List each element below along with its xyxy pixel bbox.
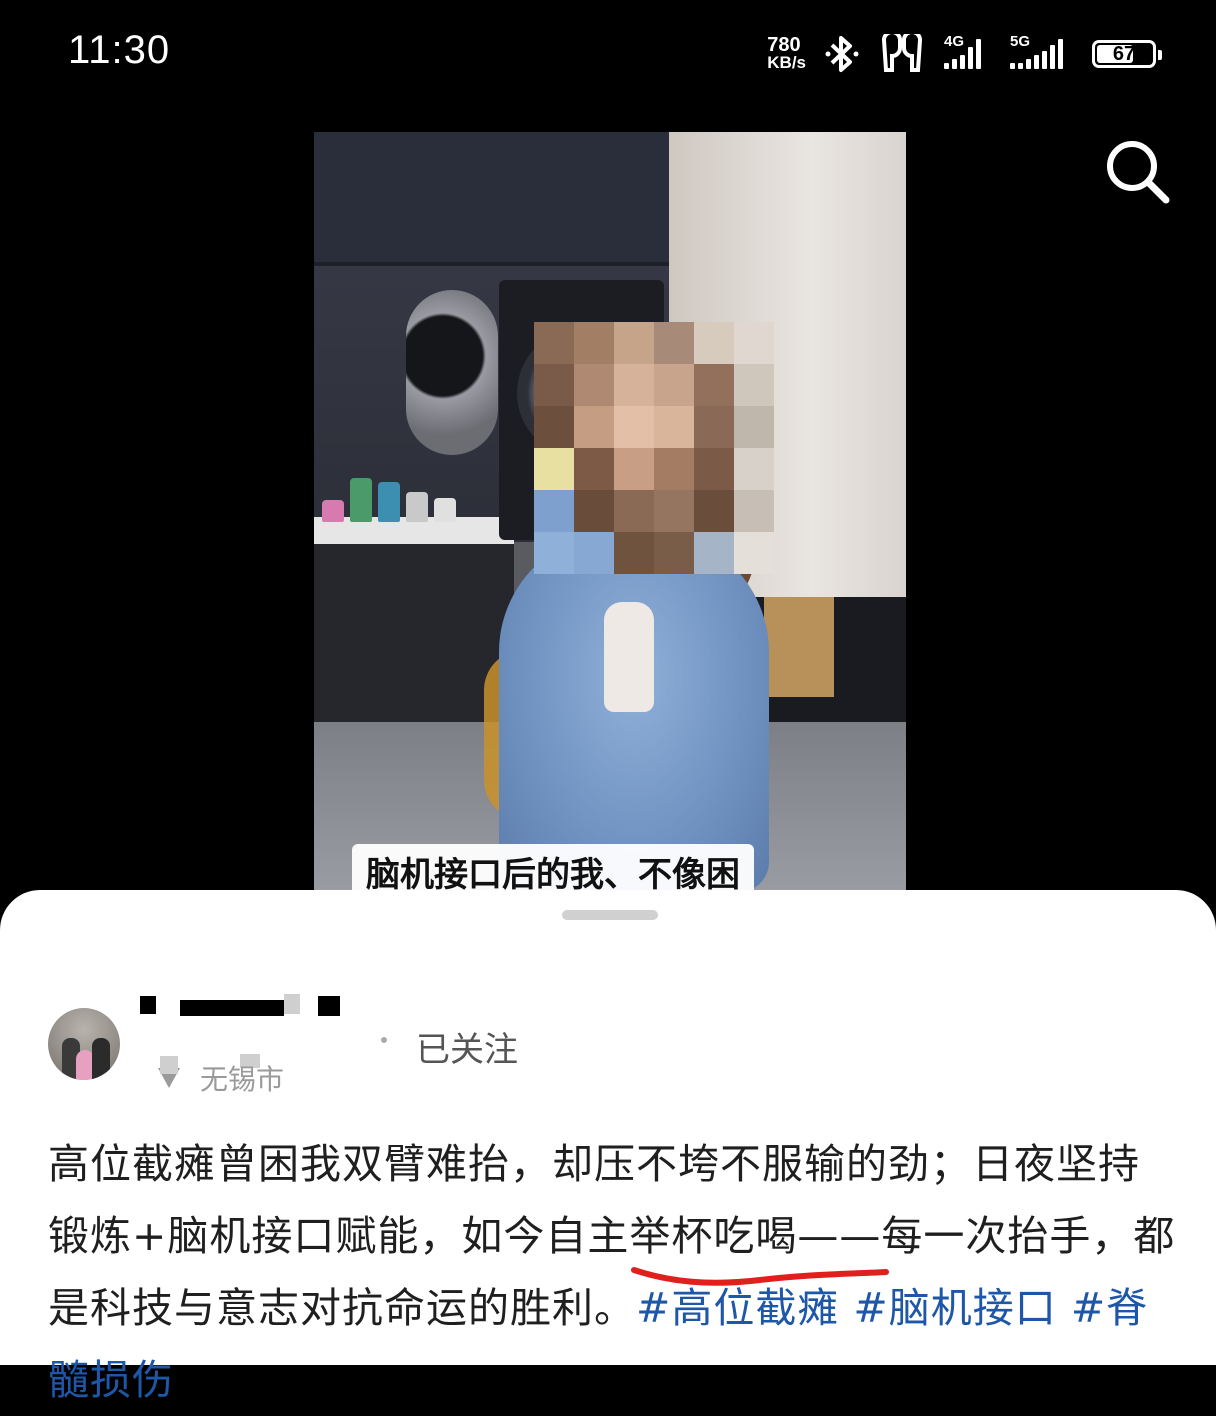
bluetooth-icon: [825, 36, 859, 72]
author-name[interactable]: [140, 988, 149, 1021]
earbuds-icon: [881, 34, 923, 72]
face-mosaic: [534, 322, 774, 574]
sheet-drag-handle[interactable]: [562, 910, 658, 920]
separator-dot: [381, 1037, 387, 1043]
author-name-redaction: [180, 1000, 284, 1016]
status-time: 11:30: [68, 28, 171, 72]
network-speed: 780 KB/s: [767, 34, 806, 72]
video-person: [499, 532, 769, 892]
network-speed-value: 780: [767, 34, 801, 56]
location-redaction: [160, 1056, 178, 1074]
video-scene-boxes: [764, 597, 834, 697]
video-cup: [604, 602, 654, 712]
video-caption: 脑机接口后的我、不像困: [352, 844, 754, 892]
battery-level: 67: [1112, 42, 1136, 65]
handwritten-underline-annotation: [631, 1267, 889, 1286]
post-body: 高位截瘫曾困我双臂难抬，却压不垮不服输的劲；日夜坚持锻炼+脑机接口赋能，如今自主…: [48, 1128, 1178, 1416]
follow-status-button[interactable]: 已关注: [416, 1022, 518, 1071]
system-icons: 780 KB/s 4G 5G 67: [767, 32, 1162, 76]
author-name-redaction: [284, 994, 300, 1014]
video-scene-bottles: [314, 472, 512, 522]
video-scene-cabinet: [314, 132, 669, 266]
author-location: 无锡市: [200, 1063, 285, 1096]
video-player[interactable]: 脑机接口后的我、不像困: [314, 132, 906, 892]
author-avatar[interactable]: [48, 1008, 120, 1080]
signal-5g-icon: 5G: [1010, 33, 1074, 69]
status-bar: 11:30 780 KB/s 4G 5G 67: [0, 0, 1216, 110]
signal-4g-icon: 4G: [944, 33, 992, 69]
author-name-redaction: [318, 996, 340, 1016]
battery-indicator: 67: [1092, 40, 1162, 68]
search-icon[interactable]: [1100, 136, 1176, 212]
network-speed-unit: KB/s: [767, 53, 806, 72]
video-scene-wall-washer: [406, 290, 498, 455]
post-detail-sheet: 已关注 无锡市 高位截瘫曾困我双臂难抬，却压不垮不服输的劲；日夜坚持锻炼+脑机接…: [0, 890, 1216, 1404]
